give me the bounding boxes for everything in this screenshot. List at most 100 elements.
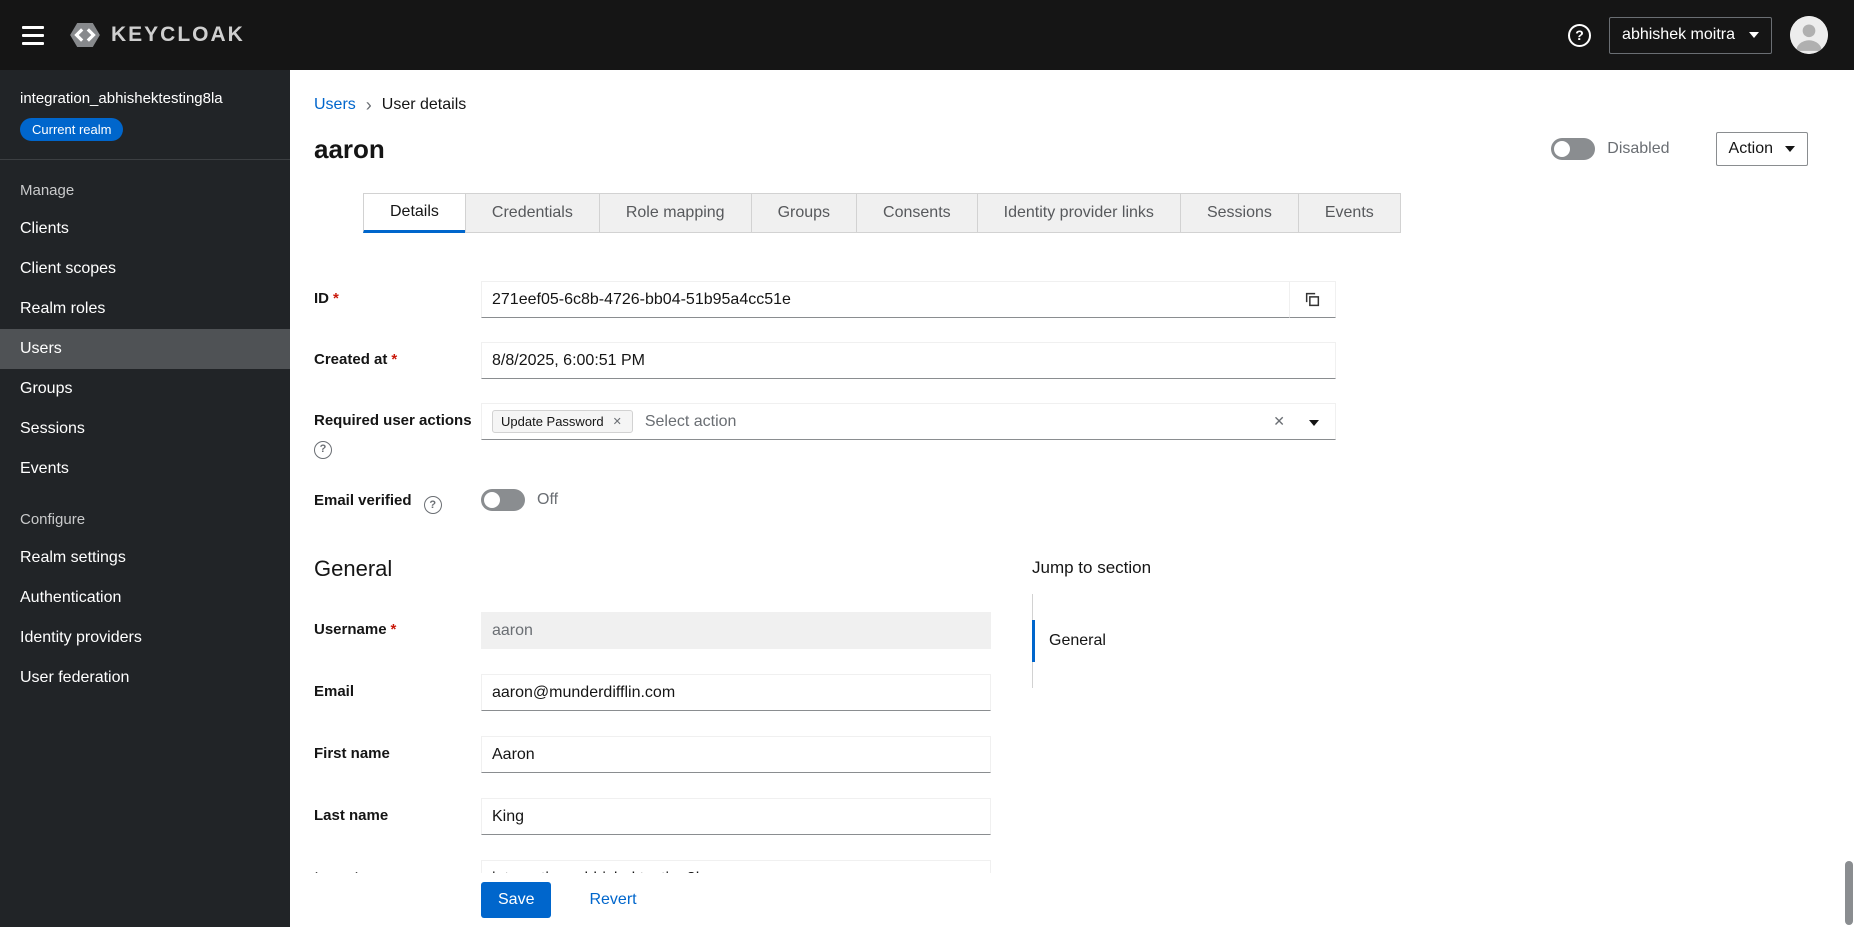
select-toggle-button[interactable] — [1303, 410, 1325, 433]
breadcrumb: Users › User details — [314, 96, 1854, 114]
keycloak-logo-icon — [70, 22, 100, 48]
help-button[interactable]: ? — [1568, 23, 1592, 47]
chevron-down-icon — [1785, 146, 1795, 152]
email-label-text: Email — [314, 683, 355, 701]
sidebar-item-authentication[interactable]: Authentication — [0, 578, 290, 618]
copy-button[interactable] — [1290, 281, 1336, 318]
save-button[interactable]: Save — [481, 882, 552, 918]
first-name-input[interactable] — [481, 736, 991, 774]
masthead: KEYCLOAK ? abhishek moitra — [0, 0, 1854, 70]
id-input[interactable] — [481, 281, 1290, 318]
content: Users › User details aaron Disabled Acti… — [290, 70, 1854, 927]
created-at-label: Created at * — [314, 342, 481, 370]
breadcrumb-current: User details — [381, 96, 467, 113]
last-name-label-text: Last name — [314, 807, 389, 825]
sidebar-item-client-scopes[interactable]: Client scopes — [0, 249, 290, 289]
id-label: ID * — [314, 281, 481, 309]
form-row-last-name: Last name — [314, 798, 1032, 836]
required-user-actions-label-text: Required user actions — [314, 412, 472, 429]
action-dropdown[interactable]: Action — [1715, 132, 1808, 166]
sidebar-item-realm-roles[interactable]: Realm roles — [0, 289, 290, 329]
keycloak-logo: KEYCLOAK — [68, 18, 245, 52]
email-verified-state: Off — [537, 490, 559, 508]
scrollbar-thumb[interactable] — [1845, 861, 1853, 925]
tab-events[interactable]: Events — [1297, 193, 1401, 233]
form-row-created-at: Created at * — [314, 342, 1854, 379]
last-name-label: Last name — [314, 798, 481, 826]
chevron-down-icon — [1309, 420, 1319, 426]
user-menu-dropdown[interactable]: abhishek moitra — [1609, 16, 1772, 54]
tab-identity-provider-links[interactable]: Identity provider links — [976, 193, 1181, 233]
sidebar-item-users[interactable]: Users — [0, 329, 290, 369]
first-name-label-text: First name — [314, 745, 390, 763]
id-input-group — [481, 281, 1336, 318]
tab-role-mapping[interactable]: Role mapping — [598, 193, 752, 233]
form-action-bar: Save Revert — [290, 873, 1854, 927]
general-section: General Username* Email — [314, 556, 1854, 922]
toggle-knob — [1554, 141, 1571, 157]
id-label-text: ID — [314, 290, 329, 307]
help-icon[interactable]: ? — [314, 440, 332, 459]
revert-button[interactable]: Revert — [589, 891, 636, 909]
required-asterisk: * — [333, 290, 339, 307]
jump-to-section: Jump to section General — [1032, 556, 1151, 922]
current-realm-badge: Current realm — [20, 118, 124, 141]
action-dropdown-label: Action — [1728, 140, 1773, 157]
tab-credentials[interactable]: Credentials — [464, 193, 600, 233]
tab-details[interactable]: Details — [363, 193, 466, 233]
select-action-input[interactable] — [632, 405, 1268, 438]
jump-link-general[interactable]: General — [1032, 620, 1122, 663]
jump-to-section-list: General — [1032, 594, 1151, 689]
avatar[interactable] — [1790, 16, 1828, 54]
user-details-form: ID * 271eef05-6c8b-4726-bb04-51b95a4cc51… — [314, 281, 1854, 515]
main-content: Users › User details aaron Disabled Acti… — [290, 70, 1854, 927]
form-row-first-name: First name — [314, 736, 1032, 774]
tab-sessions[interactable]: Sessions — [1179, 193, 1299, 233]
form-row-username: Username * — [314, 612, 1032, 650]
form-row-required-user-actions: Required user actions ? Update Password … — [314, 403, 1854, 459]
keycloak-admin-console: KEYCLOAK ? abhishek moitra integration_a… — [0, 0, 1854, 927]
help-icon[interactable]: ? — [423, 496, 442, 515]
masthead-right: ? abhishek moitra — [1568, 16, 1828, 54]
sidebar-item-events[interactable]: Events — [0, 449, 290, 489]
tabs: Details Credentials Role mapping Groups … — [363, 193, 1854, 233]
required-asterisk: * — [390, 621, 397, 639]
username-input — [481, 612, 991, 650]
breadcrumb-users-link[interactable]: Users — [314, 96, 356, 114]
realm-switcher[interactable]: integration_abhishektesting8la Current r… — [0, 70, 290, 160]
chip-label: Update Password — [501, 414, 604, 429]
sidebar: integration_abhishektesting8la Current r… — [0, 70, 290, 927]
sidebar-item-user-federation[interactable]: User federation — [0, 658, 290, 698]
sidebar-item-sessions[interactable]: Sessions — [0, 409, 290, 449]
sidebar-item-identity-providers[interactable]: Identity providers — [0, 618, 290, 658]
menu-toggle-button[interactable] — [0, 0, 66, 70]
email-label: Email — [314, 674, 481, 702]
last-name-input[interactable] — [481, 798, 991, 836]
required-asterisk: * — [391, 351, 398, 368]
form-row-id: ID * — [314, 281, 1854, 318]
help-icon: ? — [1568, 23, 1592, 47]
email-input[interactable] — [481, 674, 991, 712]
sidebar-item-groups[interactable]: Groups — [0, 369, 290, 409]
email-verified-toggle[interactable] — [481, 488, 525, 511]
sidebar-item-realm-settings[interactable]: Realm settings — [0, 538, 290, 578]
tab-consents[interactable]: Consents — [856, 193, 978, 233]
chip-remove-button[interactable]: ✕ — [611, 415, 624, 428]
email-verified-label-text: Email verified — [314, 491, 412, 509]
chevron-down-icon — [1749, 32, 1759, 38]
enabled-toggle-label: Disabled — [1607, 140, 1670, 157]
breadcrumb-separator-icon: › — [365, 95, 372, 115]
copy-icon — [1305, 292, 1320, 307]
sidebar-item-clients[interactable]: Clients — [0, 209, 290, 249]
tab-groups[interactable]: Groups — [750, 193, 858, 233]
body-row: integration_abhishektesting8la Current r… — [0, 70, 1854, 927]
enabled-toggle[interactable] — [1551, 138, 1596, 160]
created-at-input[interactable] — [481, 342, 1336, 379]
scrollbar[interactable] — [1844, 70, 1854, 927]
username-label: Username * — [314, 612, 481, 640]
jump-to-section-heading: Jump to section — [1032, 558, 1152, 578]
required-user-actions-select[interactable]: Update Password ✕ ✕ — [481, 403, 1336, 440]
clear-selection-button[interactable]: ✕ — [1267, 409, 1291, 434]
form-row-email-verified: Email verified ? Off — [314, 483, 1854, 515]
chip-update-password: Update Password ✕ — [492, 410, 633, 433]
